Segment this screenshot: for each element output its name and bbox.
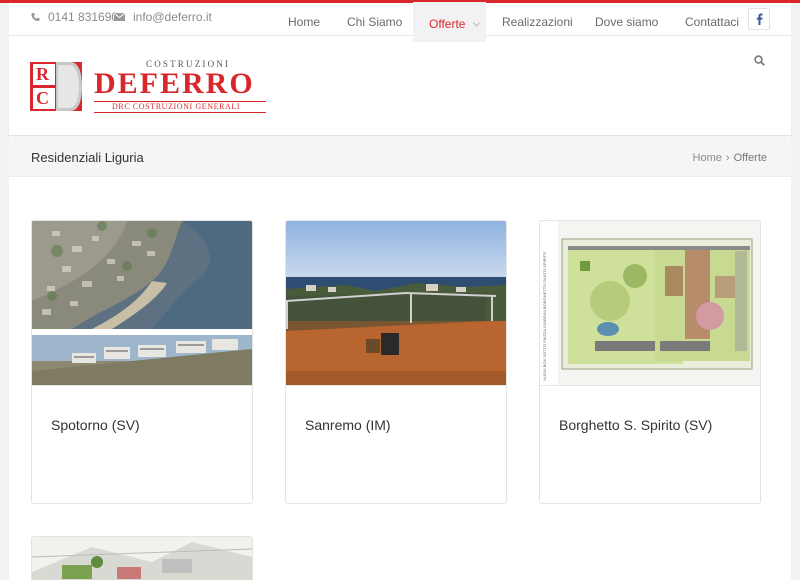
logo-underline-2 xyxy=(94,112,266,113)
nav-offerte-label: Offerte xyxy=(429,17,466,31)
nav-offerte[interactable]: Offerte xyxy=(413,0,486,42)
nav-contattaci[interactable]: Contattaci xyxy=(685,0,739,42)
offer-card-partial[interactable] xyxy=(31,536,253,580)
nav-dove-siamo[interactable]: Dove siamo xyxy=(595,0,658,42)
logo-name: DEFERRO xyxy=(94,67,255,100)
nav-home[interactable]: Home xyxy=(288,0,320,42)
offer-caption-sanremo: Sanremo (IM) xyxy=(305,417,391,433)
logo-badge-r: R xyxy=(36,64,49,84)
offer-image-borghetto xyxy=(540,221,760,386)
offer-caption-spotorno: Spotorno (SV) xyxy=(51,417,140,433)
page-title: Residenziali Liguria xyxy=(31,150,144,165)
logo-badge-c: C xyxy=(36,88,49,108)
facebook-icon xyxy=(756,13,763,25)
phone-number: 0141 831690 xyxy=(48,10,119,24)
nav-realizzazioni[interactable]: Realizzazioni xyxy=(502,0,573,42)
facebook-button[interactable] xyxy=(748,8,770,30)
envelope-icon xyxy=(114,13,125,21)
search-button[interactable] xyxy=(754,53,765,71)
email-address: info@deferro.it xyxy=(133,10,212,24)
breadcrumb-current: Offerte xyxy=(733,152,767,164)
phone-contact[interactable]: 0141 831690 xyxy=(31,10,118,24)
site-logo[interactable]: R C COSTRUZIONI DEFERRO DRC COSTRUZIONI … xyxy=(30,59,270,118)
page-margin-right xyxy=(791,0,800,580)
breadcrumb: Home › Offerte xyxy=(693,152,767,164)
offer-caption-borghetto: Borghetto S. Spirito (SV) xyxy=(559,417,713,433)
breadcrumb-home[interactable]: Home xyxy=(693,152,722,164)
offer-image-partial xyxy=(32,537,252,580)
offer-card-borghetto[interactable]: NUOVI BOX SOTTO PIAZZA GIARDINI BORGHETT… xyxy=(539,220,761,504)
chevron-down-icon xyxy=(472,22,480,28)
email-contact[interactable]: info@deferro.it xyxy=(114,10,212,24)
search-icon xyxy=(754,55,765,66)
plan-vertical-label: NUOVI BOX SOTTO PIAZZA GIARDINI BORGHETT… xyxy=(542,251,547,381)
offer-image-spotorno xyxy=(32,221,252,386)
page-margin-left xyxy=(0,0,9,580)
breadcrumb-separator: › xyxy=(725,152,730,164)
offer-card-sanremo[interactable]: Sanremo (IM) xyxy=(285,220,507,504)
logo-tagline-bottom: DRC COSTRUZIONI GENERALI xyxy=(112,102,241,111)
phone-icon xyxy=(31,12,40,22)
nav-chi-siamo[interactable]: Chi Siamo xyxy=(347,0,402,42)
offer-image-sanremo xyxy=(286,221,506,386)
offer-card-spotorno[interactable]: Spotorno (SV) xyxy=(31,220,253,504)
